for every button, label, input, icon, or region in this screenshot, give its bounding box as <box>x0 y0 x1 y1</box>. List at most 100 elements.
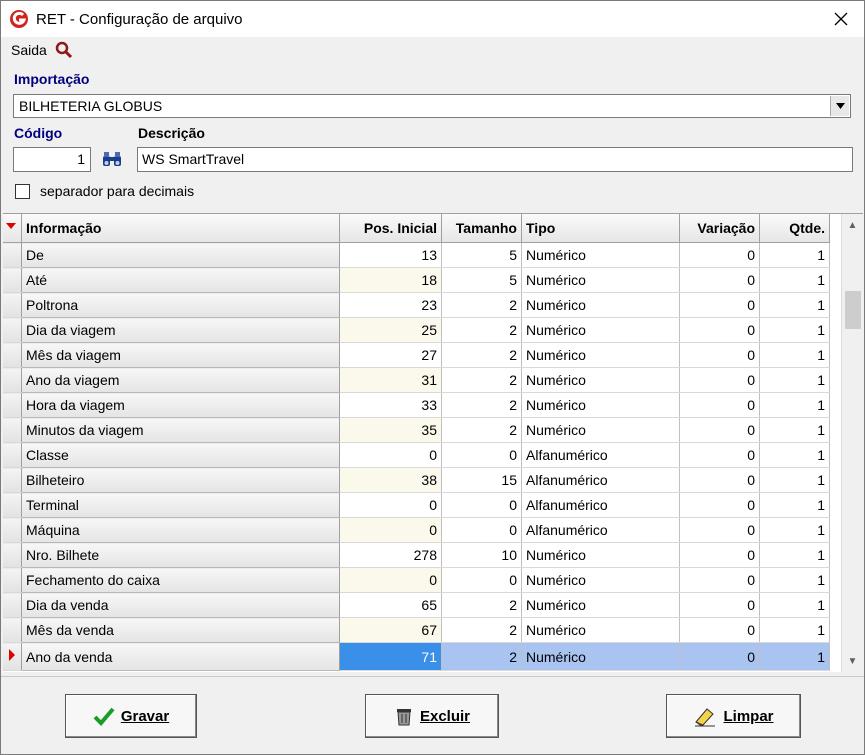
table-row[interactable]: Bilheteiro 38 15 Alfanumérico 0 1 <box>3 467 830 493</box>
cell-tipo[interactable]: Alfanumérico <box>521 442 680 468</box>
cell-variacao[interactable]: 0 <box>679 317 760 343</box>
decimal-separator-option[interactable]: separador para decimais <box>15 183 194 199</box>
row-indicator[interactable] <box>3 392 22 418</box>
cell-tamanho[interactable]: 2 <box>441 367 522 393</box>
cell-pos-inicial[interactable]: 35 <box>339 417 442 443</box>
table-row[interactable]: Ano da venda 71 2 Numérico 0 1 <box>3 642 830 671</box>
cell-pos-inicial[interactable]: 0 <box>339 517 442 543</box>
cell-pos-inicial[interactable]: 67 <box>339 617 442 643</box>
cell-tamanho[interactable]: 0 <box>441 492 522 518</box>
close-button[interactable] <box>818 1 864 37</box>
row-indicator[interactable] <box>3 592 22 618</box>
table-row[interactable]: Terminal 0 0 Alfanumérico 0 1 <box>3 492 830 518</box>
scroll-up-icon[interactable]: ▲ <box>842 216 863 234</box>
cell-variacao[interactable]: 0 <box>679 592 760 618</box>
table-row[interactable]: Classe 0 0 Alfanumérico 0 1 <box>3 442 830 468</box>
row-indicator[interactable] <box>3 517 22 543</box>
menu-saida[interactable]: Saida <box>11 42 47 58</box>
cell-qtde[interactable]: 1 <box>759 292 830 318</box>
cell-qtde[interactable]: 1 <box>759 392 830 418</box>
row-indicator[interactable] <box>3 292 22 318</box>
col-header-pos-inicial[interactable]: Pos. Inicial <box>339 214 442 243</box>
cell-variacao[interactable]: 0 <box>679 542 760 568</box>
cell-variacao[interactable]: 0 <box>679 392 760 418</box>
cell-pos-inicial[interactable]: 38 <box>339 467 442 493</box>
cell-pos-inicial[interactable]: 27 <box>339 342 442 368</box>
fields-grid[interactable]: Informação Pos. Inicial Tamanho Tipo Var… <box>3 213 863 672</box>
cell-informacao[interactable]: Fechamento do caixa <box>21 567 340 593</box>
binoculars-search-icon[interactable] <box>100 149 124 171</box>
row-indicator[interactable] <box>3 492 22 518</box>
cell-tipo[interactable]: Numérico <box>521 617 680 643</box>
cell-tamanho[interactable]: 2 <box>441 592 522 618</box>
table-row[interactable]: Fechamento do caixa 0 0 Numérico 0 1 <box>3 567 830 593</box>
cell-tamanho[interactable]: 5 <box>441 242 522 268</box>
cell-qtde[interactable]: 1 <box>759 592 830 618</box>
row-indicator[interactable] <box>3 242 22 268</box>
cell-informacao[interactable]: Poltrona <box>21 292 340 318</box>
cell-qtde[interactable]: 1 <box>759 467 830 493</box>
cell-pos-inicial[interactable]: 18 <box>339 267 442 293</box>
cell-qtde[interactable]: 1 <box>759 417 830 443</box>
table-row[interactable]: Dia da venda 65 2 Numérico 0 1 <box>3 592 830 618</box>
cell-informacao[interactable]: Terminal <box>21 492 340 518</box>
cell-qtde[interactable]: 1 <box>759 492 830 518</box>
cell-tipo[interactable]: Numérico <box>521 342 680 368</box>
cell-informacao[interactable]: Dia da venda <box>21 592 340 618</box>
table-row[interactable]: Nro. Bilhete 278 10 Numérico 0 1 <box>3 542 830 568</box>
cell-variacao[interactable]: 0 <box>679 292 760 318</box>
cell-tipo[interactable]: Numérico <box>521 642 680 671</box>
cell-variacao[interactable]: 0 <box>679 267 760 293</box>
cell-qtde[interactable]: 1 <box>759 517 830 543</box>
cell-pos-inicial[interactable]: 0 <box>339 442 442 468</box>
cell-qtde[interactable]: 1 <box>759 642 830 671</box>
cell-tamanho[interactable]: 2 <box>441 392 522 418</box>
row-indicator[interactable] <box>3 617 22 643</box>
cell-qtde[interactable]: 1 <box>759 242 830 268</box>
cell-informacao[interactable]: Dia da viagem <box>21 317 340 343</box>
cell-pos-inicial[interactable]: 278 <box>339 542 442 568</box>
cell-tamanho[interactable]: 5 <box>441 267 522 293</box>
row-indicator[interactable] <box>3 442 22 468</box>
cell-informacao[interactable]: Hora da viagem <box>21 392 340 418</box>
scrollbar-thumb[interactable] <box>845 291 861 329</box>
cell-tamanho[interactable]: 2 <box>441 417 522 443</box>
grid-scrollbar[interactable]: ▲ ▼ <box>841 214 863 672</box>
row-indicator[interactable] <box>3 417 22 443</box>
cell-informacao[interactable]: De <box>21 242 340 268</box>
cell-variacao[interactable]: 0 <box>679 417 760 443</box>
col-header-informacao[interactable]: Informação <box>21 214 340 243</box>
cell-pos-inicial[interactable]: 13 <box>339 242 442 268</box>
cell-variacao[interactable]: 0 <box>679 567 760 593</box>
cell-qtde[interactable]: 1 <box>759 617 830 643</box>
cell-pos-inicial[interactable]: 65 <box>339 592 442 618</box>
decimal-separator-checkbox[interactable] <box>15 183 30 199</box>
cell-informacao[interactable]: Mês da venda <box>21 617 340 643</box>
table-row[interactable]: Ano da viagem 31 2 Numérico 0 1 <box>3 367 830 393</box>
cell-tipo[interactable]: Alfanumérico <box>521 492 680 518</box>
cell-informacao[interactable]: Até <box>21 267 340 293</box>
row-indicator[interactable] <box>3 642 22 671</box>
cell-tamanho[interactable]: 2 <box>441 342 522 368</box>
cell-tamanho[interactable]: 0 <box>441 567 522 593</box>
col-header-tamanho[interactable]: Tamanho <box>441 214 522 243</box>
cell-tipo[interactable]: Numérico <box>521 367 680 393</box>
row-indicator[interactable] <box>3 567 22 593</box>
row-indicator[interactable] <box>3 317 22 343</box>
table-row[interactable]: Minutos da viagem 35 2 Numérico 0 1 <box>3 417 830 443</box>
cell-qtde[interactable]: 1 <box>759 367 830 393</box>
cell-tipo[interactable]: Numérico <box>521 242 680 268</box>
cell-pos-inicial[interactable]: 0 <box>339 492 442 518</box>
cell-informacao[interactable]: Ano da viagem <box>21 367 340 393</box>
cell-variacao[interactable]: 0 <box>679 492 760 518</box>
cell-variacao[interactable]: 0 <box>679 642 760 671</box>
chevron-down-icon[interactable] <box>830 96 849 116</box>
excluir-button[interactable]: Excluir <box>365 694 499 738</box>
table-row[interactable]: Dia da viagem 25 2 Numérico 0 1 <box>3 317 830 343</box>
scroll-down-icon[interactable]: ▼ <box>842 652 863 670</box>
limpar-button[interactable]: Limpar <box>666 694 801 738</box>
row-indicator[interactable] <box>3 542 22 568</box>
col-header-qtde[interactable]: Qtde. <box>759 214 830 243</box>
cell-informacao[interactable]: Máquina <box>21 517 340 543</box>
table-row[interactable]: Mês da viagem 27 2 Numérico 0 1 <box>3 342 830 368</box>
